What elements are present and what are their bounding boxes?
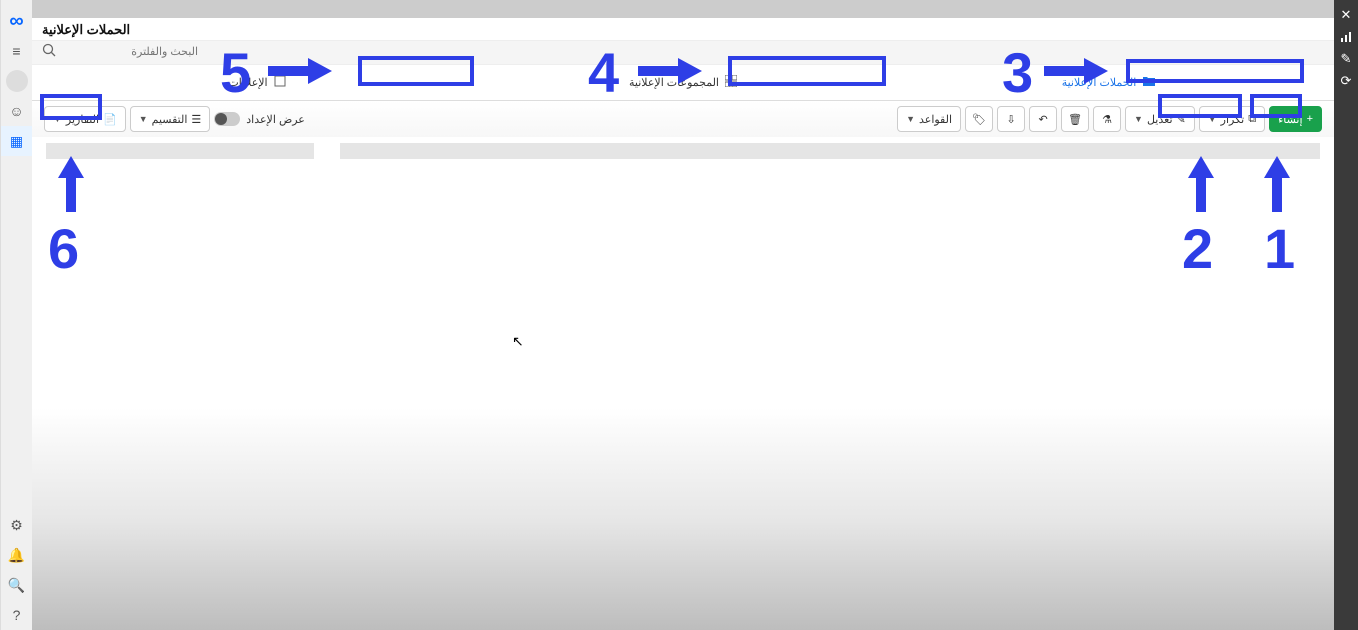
- export-icon: ⇩: [1006, 113, 1015, 126]
- main-area: الحملات الإعلانية الحملات الإعلانية المج…: [32, 0, 1334, 630]
- settings-icon[interactable]: ⚙: [1, 510, 33, 540]
- create-label: إنشاء: [1278, 113, 1302, 126]
- tab-adsets[interactable]: المجموعات الإعلانية: [470, 70, 896, 96]
- smiley-icon[interactable]: ☺: [1, 96, 33, 126]
- toolbar: + إنشاء ⧉ تكرار ▼ ✎ تعديل ▼ ⚗ 🗑 ↶ ⇩ 🏷 ال…: [32, 101, 1334, 137]
- grid-view-icon[interactable]: ▦: [1, 126, 33, 156]
- chart-icon[interactable]: [1334, 26, 1358, 48]
- breakdown-label: التقسيم: [152, 113, 188, 126]
- edit-icon[interactable]: ✎: [1334, 48, 1358, 70]
- search-icon: [42, 43, 56, 60]
- tag-button[interactable]: 🏷: [965, 106, 993, 132]
- tab-ads-label: الإعلانات: [228, 76, 267, 89]
- close-icon[interactable]: ✕: [1334, 4, 1358, 26]
- left-rail: ✕ ✎ ⟳: [1334, 0, 1358, 630]
- delete-button[interactable]: 🗑: [1061, 106, 1089, 132]
- export-button[interactable]: ⇩: [997, 106, 1025, 132]
- table-header-placeholder: [340, 143, 1320, 159]
- toggle-off-icon[interactable]: [214, 112, 240, 126]
- history-icon[interactable]: ⟳: [1334, 70, 1358, 92]
- rules-button[interactable]: القواعد ▼: [897, 106, 961, 132]
- ab-test-button[interactable]: ⚗: [1093, 106, 1121, 132]
- undo-button[interactable]: ↶: [1029, 106, 1057, 132]
- duplicate-button[interactable]: ⧉ تكرار ▼: [1199, 106, 1265, 132]
- reports-button[interactable]: 📄 التقارير ▼: [44, 106, 126, 132]
- cursor-icon: ↖: [512, 333, 524, 350]
- content-area: ↖: [32, 137, 1334, 630]
- presetup-group: عرض الإعداد: [214, 112, 305, 126]
- tab-adsets-label: المجموعات الإعلانية: [629, 76, 719, 89]
- flask-icon: ⚗: [1102, 113, 1112, 126]
- meta-icon[interactable]: ∞: [1, 6, 33, 36]
- undo-icon: ↶: [1038, 113, 1047, 126]
- tab-ads[interactable]: الإعلانات: [44, 70, 470, 96]
- tabs-row: الحملات الإعلانية المجموعات الإعلانية ال…: [32, 65, 1334, 101]
- menu-icon[interactable]: ≡: [1, 36, 33, 66]
- tab-campaigns[interactable]: الحملات الإعلانية: [896, 70, 1322, 96]
- breakdown-button[interactable]: ☰ التقسيم ▼: [130, 106, 211, 132]
- plus-icon: +: [1307, 113, 1313, 125]
- pencil-icon: ✎: [1177, 113, 1186, 126]
- reports-icon: 📄: [103, 113, 117, 126]
- account-icon[interactable]: [6, 70, 28, 92]
- presetup-label: عرض الإعداد: [246, 113, 305, 126]
- duplicate-icon: ⧉: [1248, 113, 1256, 126]
- tag-icon: 🏷: [972, 113, 986, 126]
- edit-button[interactable]: ✎ تعديل ▼: [1125, 106, 1195, 132]
- ad-icon: [274, 75, 286, 90]
- folder-icon: [1142, 75, 1156, 90]
- chevron-down-icon: ▼: [1134, 114, 1143, 124]
- chevron-down-icon: ▼: [1208, 114, 1217, 124]
- reports-label: التقارير: [66, 113, 99, 126]
- duplicate-label: تكرار: [1221, 113, 1245, 126]
- create-button[interactable]: + إنشاء: [1269, 106, 1322, 132]
- chevron-down-icon: ▼: [906, 114, 915, 124]
- help-icon[interactable]: ?: [1, 600, 33, 630]
- app-root: ✕ ✎ ⟳ الحملات الإعلانية الحملات الإعلاني…: [0, 0, 1358, 630]
- page-title: الحملات الإعلانية: [42, 22, 130, 38]
- tab-campaigns-label: الحملات الإعلانية: [1062, 76, 1137, 89]
- table-header-placeholder-2: [46, 143, 314, 159]
- rules-label: القواعد: [919, 113, 952, 126]
- search-rail-icon[interactable]: 🔍: [1, 570, 33, 600]
- bell-icon[interactable]: 🔔: [1, 540, 33, 570]
- top-strip: [32, 0, 1334, 18]
- edit-label: تعديل: [1147, 113, 1173, 126]
- search-input[interactable]: [60, 45, 200, 59]
- search-row: [32, 41, 1334, 65]
- chevron-down-icon: ▼: [139, 114, 148, 124]
- page-header: الحملات الإعلانية: [32, 18, 1334, 41]
- right-rail: ∞ ≡ ☺ ▦ ⚙ 🔔 🔍 ?: [0, 0, 32, 630]
- trash-icon: 🗑: [1068, 113, 1082, 126]
- grid-icon: [725, 75, 737, 90]
- chevron-down-icon: ▼: [53, 114, 62, 124]
- columns-icon: ☰: [191, 113, 201, 126]
